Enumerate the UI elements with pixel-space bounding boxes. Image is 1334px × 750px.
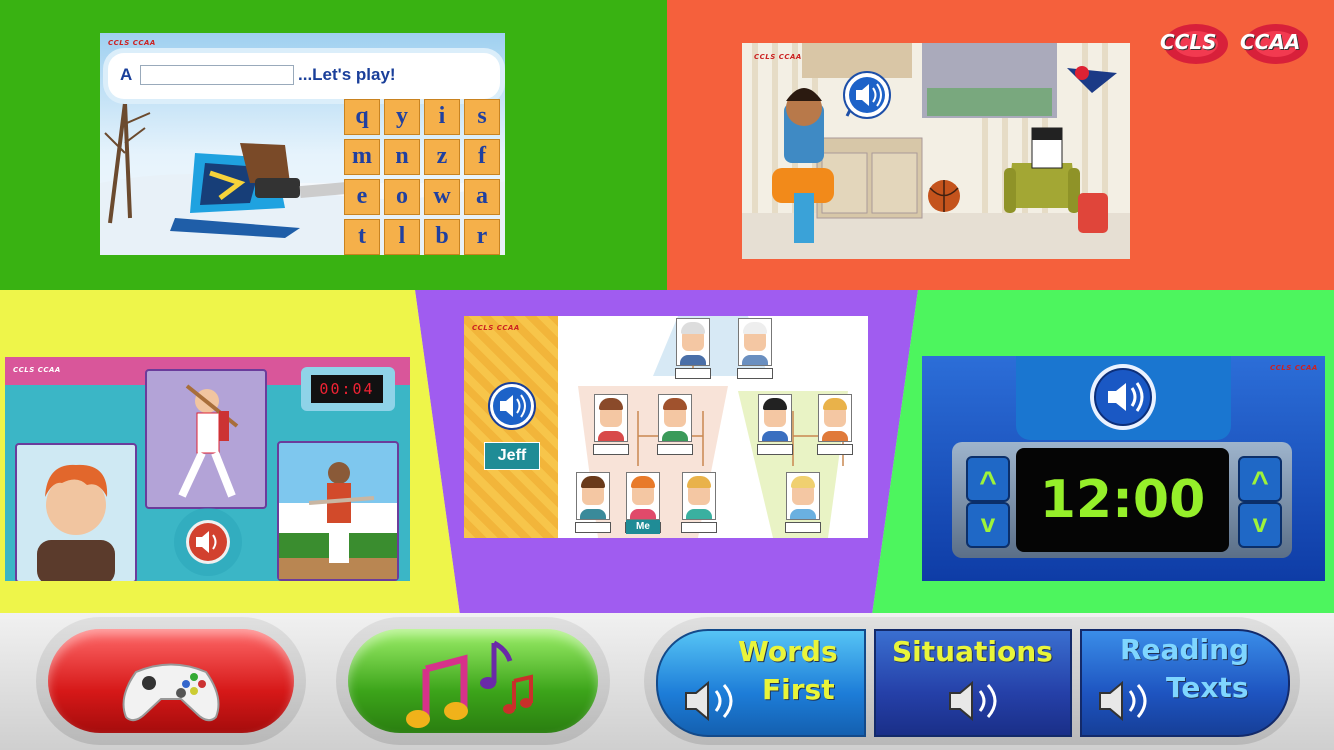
situations-label: Situations (892, 635, 1053, 668)
panel-logo: CCLS CCAA (13, 366, 61, 374)
speaker-button[interactable] (488, 382, 536, 430)
name-slot[interactable] (675, 368, 711, 379)
bottom-navigation-bar: Words First Situations Reading Texts (0, 613, 1334, 750)
letter-tile[interactable]: o (384, 179, 420, 215)
panel-logo: CCLS CCAA (472, 324, 520, 332)
letter-tile[interactable]: f (464, 139, 500, 175)
speaker-icon (1099, 680, 1147, 722)
name-slot[interactable] (737, 368, 773, 379)
right-down-button[interactable]: v (1238, 502, 1282, 548)
letter-tile[interactable]: s (464, 99, 500, 135)
brand-logo: CCLS CCAA (1158, 24, 1318, 64)
words-first-button[interactable]: Words First (656, 629, 866, 737)
family-member-card[interactable] (626, 472, 660, 520)
music-button[interactable] (348, 629, 598, 733)
panel-logo: CCLS CCAA (1270, 364, 1318, 372)
timer-frame: 00:04 (301, 367, 395, 411)
family-member-card[interactable] (758, 394, 792, 442)
name-slot[interactable] (575, 522, 611, 533)
letter-tile[interactable]: a (464, 179, 500, 215)
name-slot[interactable] (817, 444, 853, 455)
bedroom-scene (742, 43, 1130, 259)
speaker-icon (949, 680, 997, 722)
games-button[interactable] (48, 629, 294, 733)
panel-logo: CCLS CCAA (108, 39, 156, 47)
clock-panel[interactable]: CCLS CCAA 12:00 ^ v ^ v (922, 356, 1325, 581)
letter-tile[interactable]: w (424, 179, 460, 215)
name-slot[interactable] (593, 444, 629, 455)
family-member-card[interactable] (576, 472, 610, 520)
words-first-label-1: Words (738, 635, 838, 668)
letter-tile[interactable]: i (424, 99, 460, 135)
batter-card[interactable] (145, 369, 267, 509)
gamepad-icon (122, 663, 220, 722)
answer-input[interactable] (140, 65, 294, 85)
letter-tile[interactable]: q (344, 99, 380, 135)
situations-button[interactable]: Situations (874, 629, 1072, 737)
letter-tile[interactable]: m (344, 139, 380, 175)
family-member-card[interactable] (594, 394, 628, 442)
name-slot[interactable] (657, 444, 693, 455)
logo-ccaa: CCAA (1240, 30, 1301, 54)
name-label: Jeff (484, 442, 540, 470)
family-tree-panel[interactable]: CCLS CCAA Jeff Me (464, 316, 868, 538)
prompt-prefix: A (120, 65, 133, 84)
speaker-button[interactable] (842, 71, 892, 125)
right-up-button[interactable]: ^ (1238, 456, 1282, 502)
prompt-suffix: ...Let's play! (298, 65, 396, 84)
family-member-card[interactable] (676, 318, 710, 366)
letter-tile[interactable]: y (384, 99, 420, 135)
family-member-card[interactable] (738, 318, 772, 366)
boy-portrait-card[interactable] (15, 443, 137, 581)
letter-tile[interactable]: z (424, 139, 460, 175)
letter-tile[interactable]: b (424, 219, 460, 255)
speaker-button[interactable] (173, 507, 243, 577)
panel-logo: CCLS CCAA (754, 53, 802, 61)
letter-tile[interactable]: n (384, 139, 420, 175)
family-member-card[interactable] (786, 472, 820, 520)
name-slot[interactable] (785, 522, 821, 533)
baseball-panel[interactable]: CCLS CCAA 00:04 (5, 357, 410, 581)
letter-tile[interactable]: t (344, 219, 380, 255)
letter-tile[interactable]: r (464, 219, 500, 255)
prompt-banner: A ...Let's play! (108, 53, 500, 99)
word-game-panel[interactable]: A ...Let's play! qyis mnzf eowa tlbr CCLS C… (100, 33, 505, 255)
me-label: Me (626, 520, 660, 534)
words-first-label-2: First (762, 673, 835, 706)
family-member-card[interactable] (682, 472, 716, 520)
reading-label-1: Reading (1120, 633, 1250, 666)
family-member-card[interactable] (658, 394, 692, 442)
player-field-card[interactable] (277, 441, 399, 581)
clock-display: 12:00 (1016, 448, 1229, 552)
reading-texts-button[interactable]: Reading Texts (1080, 629, 1290, 737)
letter-tile[interactable]: e (344, 179, 380, 215)
timer-display: 00:04 (311, 375, 383, 403)
reading-label-2: Texts (1166, 671, 1249, 704)
letter-tile[interactable]: l (384, 219, 420, 255)
name-slot[interactable] (757, 444, 793, 455)
speaker-button[interactable] (1088, 362, 1158, 432)
logo-ccls: CCLS (1160, 30, 1217, 54)
bedroom-panel[interactable]: CCLS CCAA (742, 43, 1130, 259)
music-notes-icon (406, 640, 533, 728)
left-down-button[interactable]: v (966, 502, 1010, 548)
letter-grid: qyis mnzf eowa tlbr (344, 99, 504, 255)
speaker-icon (685, 680, 733, 722)
left-up-button[interactable]: ^ (966, 456, 1010, 502)
name-slot[interactable] (681, 522, 717, 533)
family-member-card[interactable] (818, 394, 852, 442)
